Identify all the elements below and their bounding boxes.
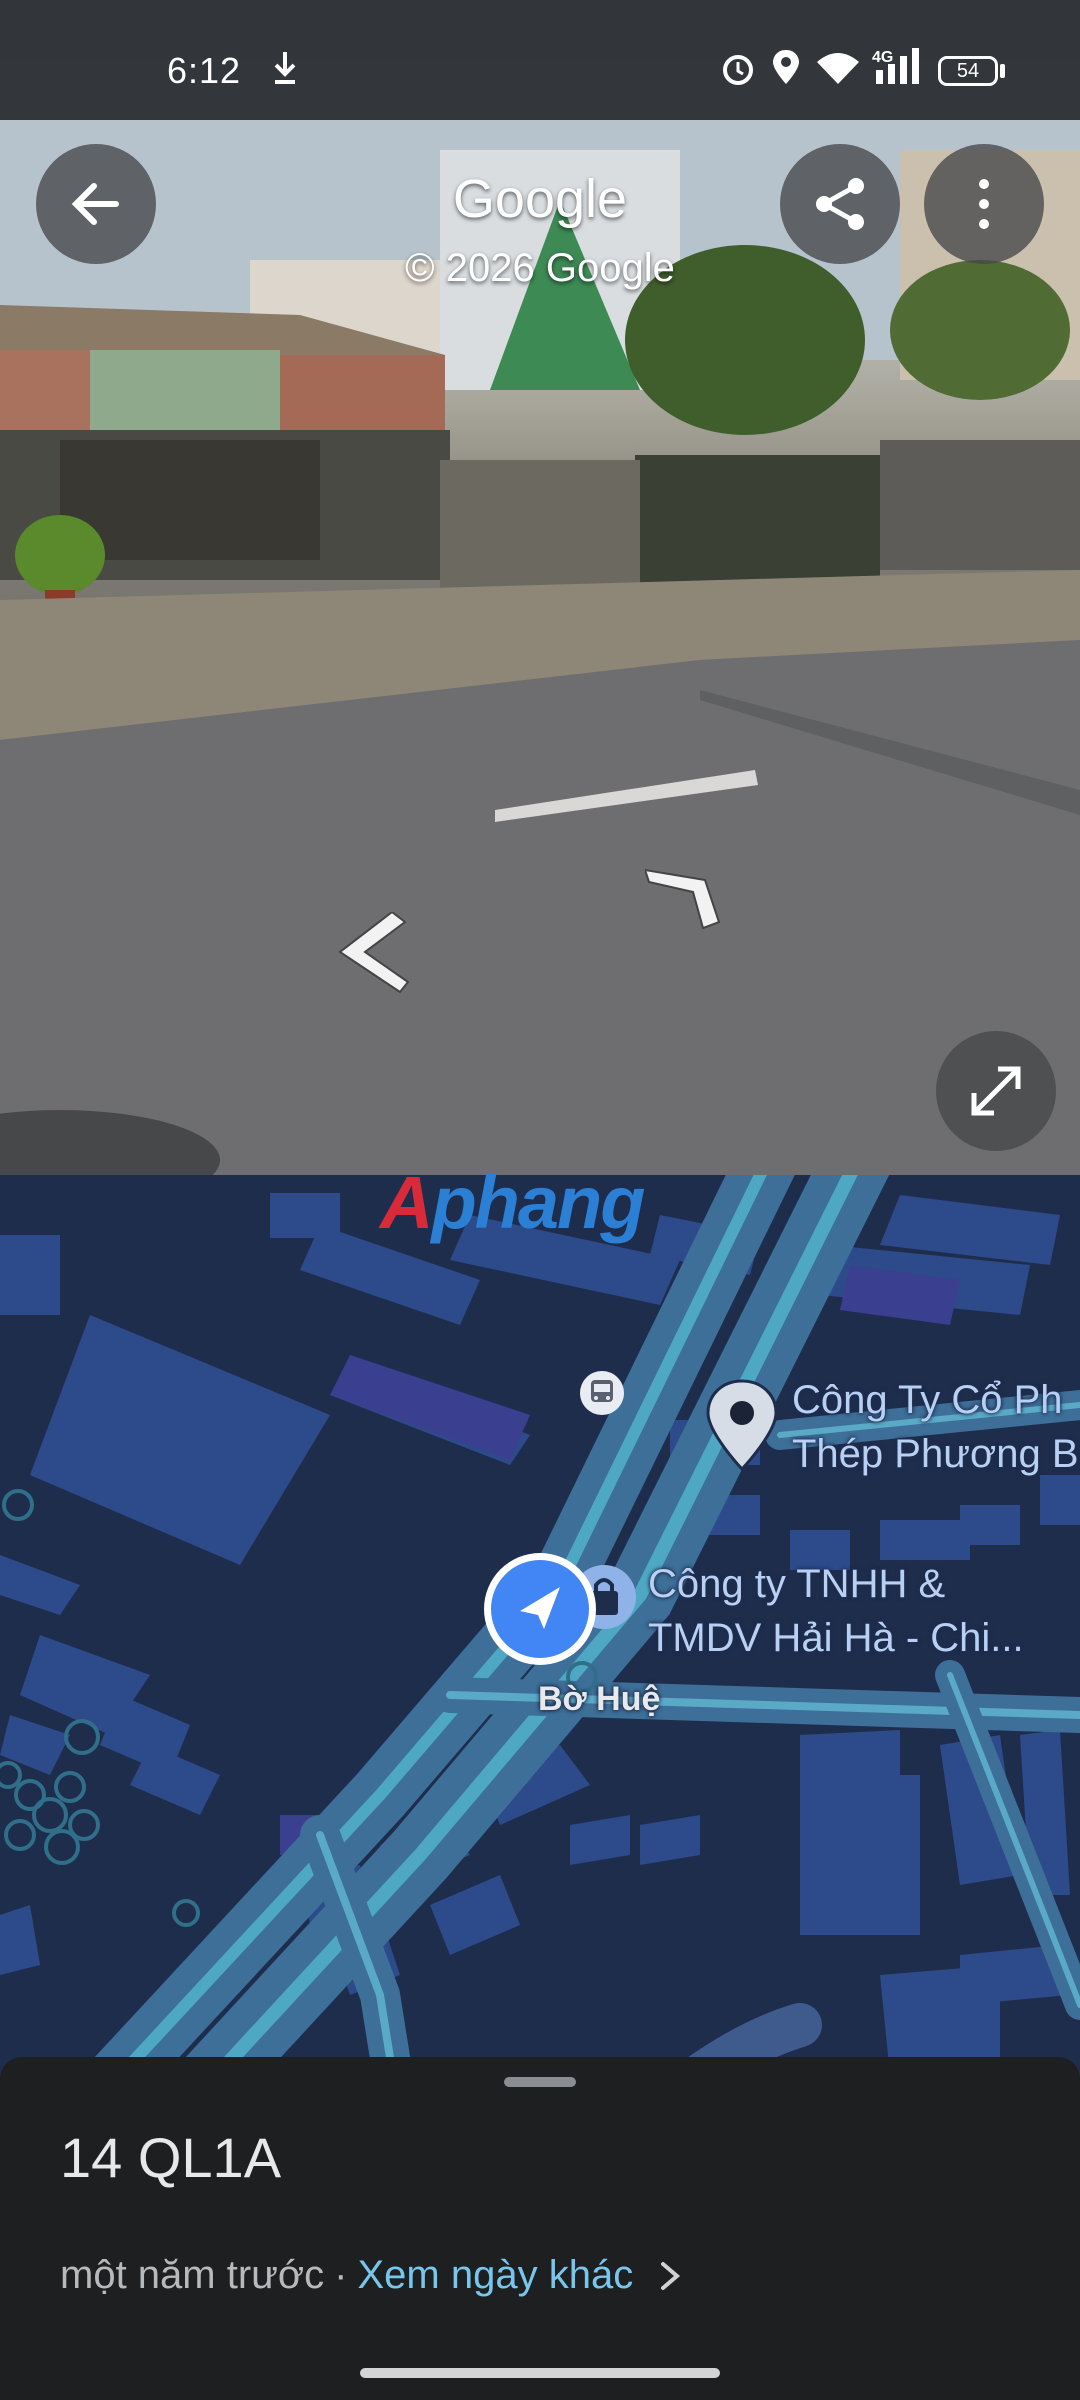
battery-indicator: 54 [938, 56, 998, 86]
separator: · [334, 2253, 348, 2297]
status-time: 6:12 [167, 50, 242, 91]
battery-tip [1000, 64, 1005, 78]
watermark-letter: A [380, 1161, 433, 1244]
poi-label-line: Công Ty Cổ Ph [792, 1378, 1063, 1422]
street-view-title: Google [452, 169, 628, 229]
place-pin-icon[interactable] [702, 1377, 782, 1477]
watermark-logo: Aphang [380, 1160, 645, 1245]
place-bottom-sheet[interactable] [0, 2057, 1080, 2400]
watermark-text: phang [431, 1161, 645, 1244]
more-vert-icon [979, 179, 989, 229]
svg-text:4G: 4G [872, 49, 893, 66]
more-options-button[interactable] [924, 144, 1044, 264]
street-view-position-icon[interactable] [480, 1549, 600, 1669]
road-label: Bờ Huệ [538, 1680, 661, 1718]
capture-date-row[interactable]: một năm trước · Xem ngày khác [60, 2253, 683, 2298]
move-forward-chevron-icon[interactable] [645, 862, 725, 930]
capture-age: một năm trước [60, 2253, 325, 2297]
status-bar: 6:12 4G 54 [0, 0, 1080, 120]
share-button[interactable] [780, 144, 900, 264]
street-view-panorama[interactable]: 6:12 4G 54 Google © 2026 Google [0, 0, 1080, 1175]
home-indicator[interactable] [360, 2368, 720, 2378]
place-title: 14 QL1A [60, 2126, 282, 2189]
download-icon [274, 52, 296, 84]
alarm-icon [723, 55, 753, 85]
poi-label-line: Thép Phương B [792, 1432, 1079, 1476]
fullscreen-icon [971, 1066, 1021, 1116]
see-other-dates-link[interactable]: Xem ngày khác [358, 2253, 634, 2298]
share-icon [816, 178, 864, 230]
street-view-copyright: © 2026 Google [405, 246, 675, 290]
drag-handle[interactable] [504, 2077, 576, 2087]
move-back-chevron-icon[interactable] [330, 912, 410, 997]
chevron-right-icon[interactable] [657, 2258, 683, 2294]
poi-label-line: TMDV Hải Hà - Chi... [648, 1616, 1024, 1660]
fullscreen-button[interactable] [936, 1031, 1056, 1151]
location-icon [773, 50, 799, 84]
poi-label-steel-company[interactable]: Công Ty Cổ Ph Thép Phương B [792, 1373, 1079, 1481]
wifi-icon [817, 53, 859, 84]
poi-label-line: Công ty TNHH & [648, 1562, 946, 1606]
4g-signal-icon: 4G [872, 48, 919, 84]
poi-label-hai-ha-company[interactable]: Công ty TNHH & TMDV Hải Hà - Chi... [648, 1557, 1024, 1665]
bus-stop-icon[interactable] [578, 1369, 626, 1417]
